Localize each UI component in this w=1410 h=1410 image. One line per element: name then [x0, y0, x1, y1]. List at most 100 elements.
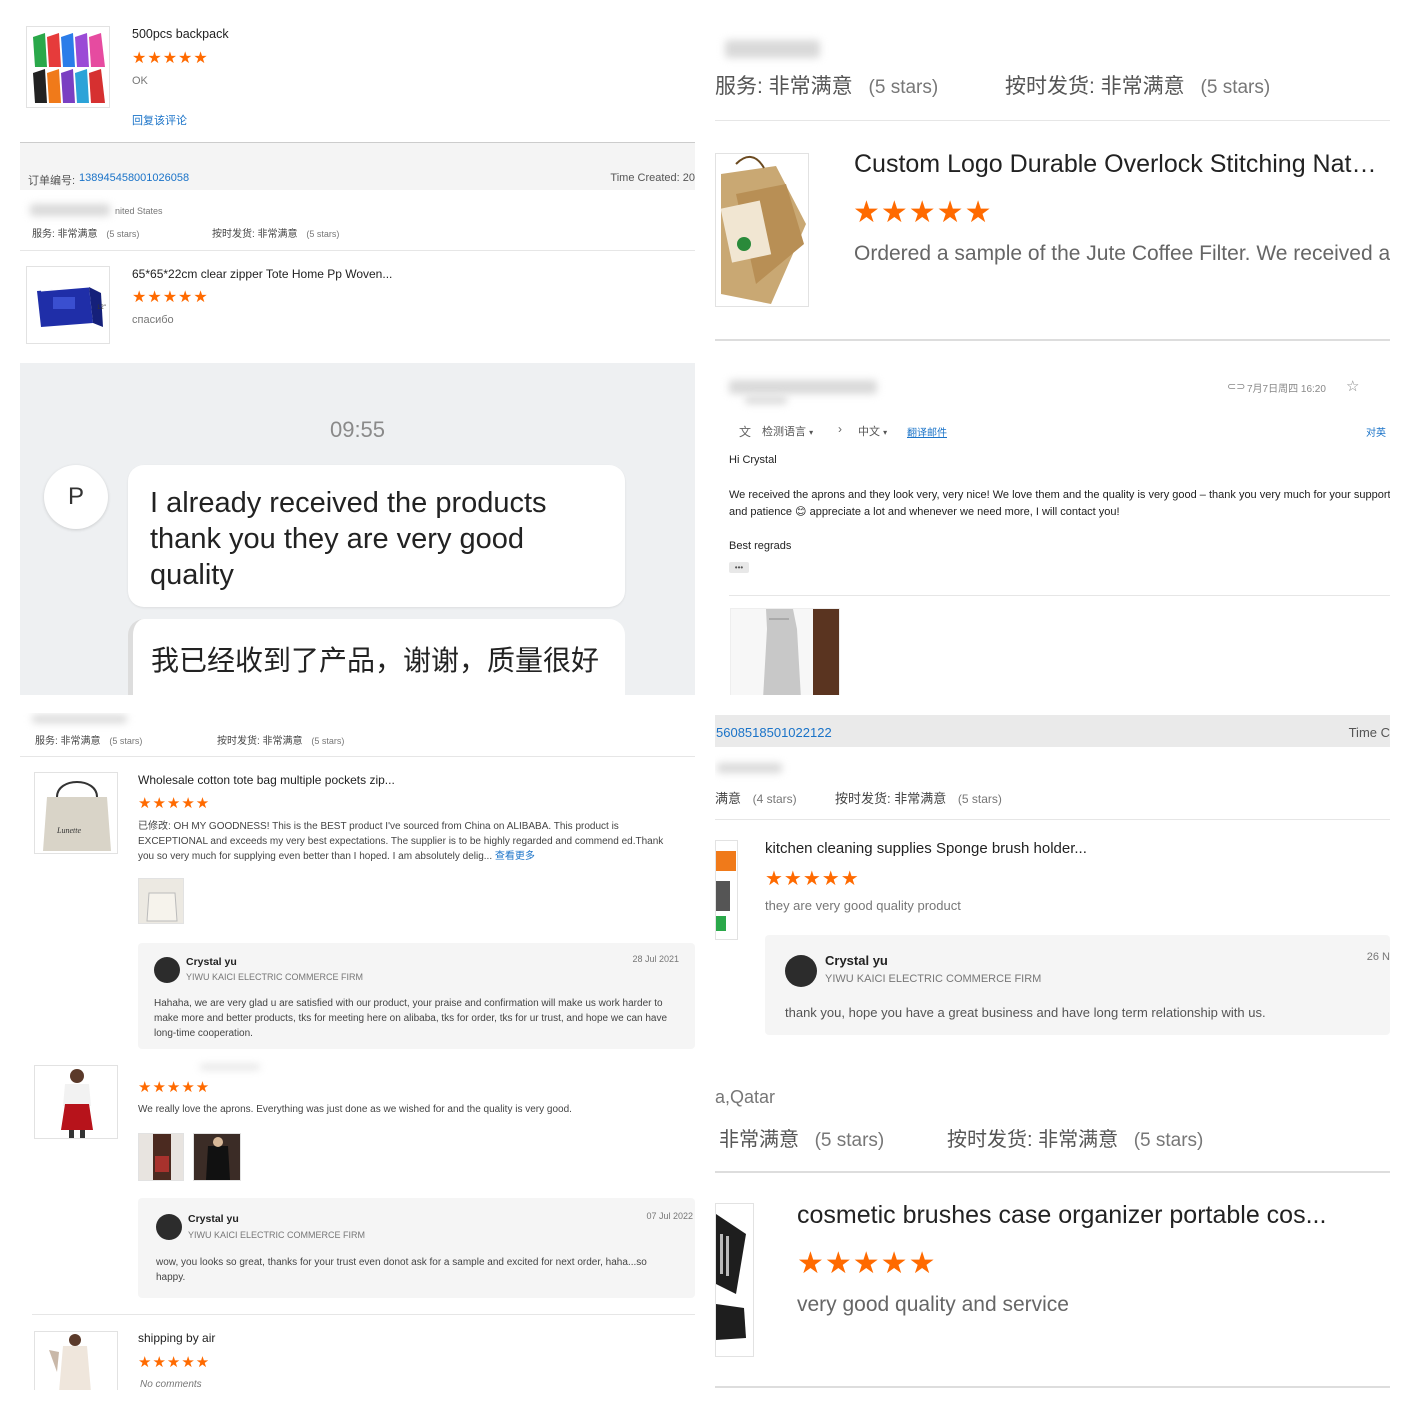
buyer-name-blurred [717, 763, 782, 773]
seller-reply: Crystal yu YIWU KAICI ELECTRIC COMMERCE … [765, 935, 1390, 1035]
shipping-label: 按时发货: 非常满意 [217, 736, 303, 747]
order-number-label: 订单编号: [28, 175, 76, 187]
reply-date: 26 N [1366, 951, 1390, 963]
tote-photo [139, 879, 183, 923]
buyer-location: a,Qatar [715, 1087, 776, 1107]
product-image-sponge-holder[interactable] [715, 840, 738, 940]
apron-shipping-image [49, 1334, 91, 1390]
chevron-down-icon: ▾ [883, 428, 888, 437]
shipping-stars-text: (5 stars) [1200, 77, 1271, 98]
shipping-rating: 按时发货: 非常满意 (5 stars) [212, 225, 339, 240]
chevron-right-icon: › [838, 422, 842, 436]
order-header-bar: 订单编号: 138945458001026058 Time Created: 2… [20, 142, 695, 190]
order-time-created: Time C [1348, 725, 1390, 740]
email-greeting: Hi Crystal [729, 454, 777, 466]
rating-stars: ★★★★★ [853, 196, 993, 229]
service-label: 满意 [715, 791, 742, 806]
order-header-bar: 5608518501022122 Time C [715, 715, 1390, 747]
seller-company: YIWU KAICI ELECTRIC COMMERCE FIRM [825, 973, 1042, 985]
shipping-rating: 按时发货: 非常满意 (5 stars) [1005, 70, 1270, 100]
divider [715, 819, 1390, 820]
buyer-name-blurred [200, 1065, 260, 1069]
divider [715, 120, 1390, 121]
order-number-link[interactable]: 138945458001026058 [79, 172, 189, 184]
review-panel-top-right: 服务: 非常满意 (5 stars) 按时发货: 非常满意 (5 stars) … [715, 0, 1390, 345]
tote-bag-image: 12" [37, 286, 106, 327]
product-image-backpack[interactable] [26, 26, 110, 108]
review-panel-bottom-left: 服务: 非常满意 (5 stars) 按时发货: 非常满意 (5 stars) … [20, 713, 695, 1390]
translate-email-link[interactable]: 翻译邮件 [907, 424, 947, 439]
message-text: I already received the products thank yo… [150, 487, 547, 591]
reply-date: 28 Jul 2021 [632, 954, 679, 964]
email-panel: ⊂⊃ 7月7日周四 16:20 ☆ 文 检测语言 ▾ › 中文 ▾ 翻译邮件 对… [715, 363, 1390, 695]
view-more-link[interactable]: 查看更多 [495, 851, 535, 862]
service-stars-text: (5 stars) [109, 736, 143, 746]
rating-stars: ★★★★★ [138, 1354, 211, 1371]
review-photo-thumbnail[interactable] [138, 878, 184, 924]
product-image-tote[interactable]: 12" [26, 266, 110, 344]
review-photo-thumbnail[interactable] [138, 1133, 184, 1181]
buyer-name-blurred [30, 204, 110, 216]
show-more-button[interactable]: ••• [729, 562, 749, 573]
rating-stars: ★★★★★ [138, 1079, 211, 1096]
buyer-name-blurred [32, 715, 127, 723]
review-title[interactable]: shipping by air [138, 1331, 215, 1345]
review-title[interactable]: kitchen cleaning supplies Sponge brush h… [765, 840, 1087, 857]
review-title[interactable]: Wholesale cotton tote bag multiple pocke… [138, 773, 395, 787]
product-image-apron[interactable] [34, 1065, 118, 1139]
divider [20, 756, 695, 757]
shipping-rating: 按时发货: 非常满意 (5 stars) [217, 732, 344, 747]
shipping-stars-text: (5 stars) [1133, 1130, 1204, 1151]
aprons-photo [731, 609, 839, 695]
chevron-down-icon: ▾ [809, 428, 814, 437]
review-comment: very good quality and service [797, 1293, 1069, 1316]
rating-stars: ★★★★★ [138, 795, 211, 812]
seller-reply: Crystal yu YIWU KAICI ELECTRIC COMMERCE … [138, 1198, 695, 1298]
seller-company: YIWU KAICI ELECTRIC COMMERCE FIRM [186, 972, 364, 982]
rating-stars: ★★★★★ [132, 289, 209, 306]
seller-company: YIWU KAICI ELECTRIC COMMERCE FIRM [188, 1230, 366, 1240]
divider [20, 250, 695, 251]
svg-text:Lunette: Lunette [56, 826, 81, 835]
service-label: 服务: 非常满意 [32, 229, 98, 240]
review-photo-thumbnail[interactable] [193, 1133, 241, 1181]
coffee-filter-image [720, 156, 806, 304]
target-language-select[interactable]: 中文 ▾ [858, 423, 887, 439]
shipping-stars-text: (5 stars) [306, 229, 340, 239]
reply-review-link[interactable]: 回复该评论 [132, 112, 187, 128]
service-stars-text: (5 stars) [106, 229, 140, 239]
product-image-coffee-filter[interactable] [715, 153, 809, 307]
review-title[interactable]: 65*65*22cm clear zipper Tote Home Pp Wov… [132, 267, 392, 281]
review-title[interactable]: 500pcs backpack [132, 27, 229, 41]
review-title[interactable]: Custom Logo Durable Overlock Stitching N… [854, 150, 1384, 179]
order-number-link[interactable]: 5608518501022122 [716, 725, 832, 740]
service-label: 非常满意 [719, 1129, 799, 1151]
attachment-image-aprons[interactable] [730, 608, 840, 695]
chat-bubble-english: I already received the products thank yo… [128, 465, 625, 607]
detect-language-select[interactable]: 检测语言 ▾ [762, 423, 813, 439]
seller-avatar [156, 1214, 182, 1240]
product-image-cotton-tote[interactable]: Lunette [34, 772, 118, 854]
email-signoff: Best regrads [729, 540, 792, 552]
product-image-apron-air[interactable] [34, 1331, 118, 1390]
shipping-stars-text: (5 stars) [311, 736, 345, 746]
chat-panel: 09:55 P I already received the products … [20, 363, 695, 695]
review-comment-text: 已修改: OH MY GOODNESS! This is the BEST pr… [138, 821, 664, 862]
service-rating: 服务: 非常满意 (5 stars) [715, 70, 938, 100]
service-rating: 服务: 非常满意 (5 stars) [35, 732, 142, 747]
seller-name: Crystal yu [186, 956, 237, 968]
review-title[interactable]: cosmetic brushes case organizer portable… [797, 1201, 1357, 1230]
chat-avatar[interactable]: P [44, 465, 108, 529]
apron-photo-1 [139, 1134, 183, 1180]
product-image-cosmetic-case[interactable] [715, 1203, 754, 1357]
chat-bubble-chinese: 我已经收到了产品，谢谢，质量很好 [128, 619, 625, 695]
star-icon[interactable]: ☆ [1346, 377, 1359, 395]
attachment-icon[interactable]: ⊂⊃ [1227, 380, 1245, 393]
message-time: 09:55 [329, 417, 386, 442]
shipping-rating: 按时发货: 非常满意 (5 stars) [835, 788, 1002, 807]
review-comment: 已修改: OH MY GOODNESS! This is the BEST pr… [138, 819, 678, 864]
compare-link[interactable]: 对英 [1366, 424, 1386, 439]
service-label: 服务: 非常满意 [35, 736, 101, 747]
reply-text: thank you, hope you have a great busines… [785, 1005, 1266, 1020]
rating-stars: ★★★★★ [765, 868, 860, 890]
